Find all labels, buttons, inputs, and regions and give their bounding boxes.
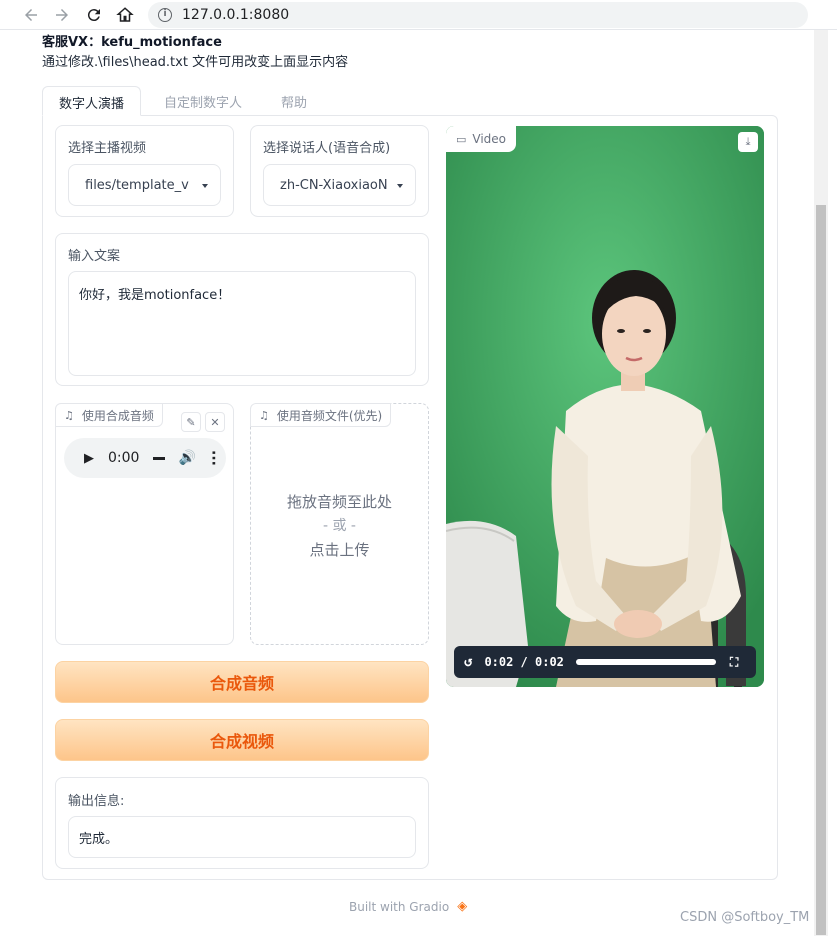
script-textarea[interactable]: 你好，我是motionface！	[68, 271, 416, 376]
output-textbox: 完成。	[68, 816, 416, 858]
speaker-value: zh-CN-XiaoxiaoN	[280, 177, 388, 193]
synth-audio-label: 使用合成音频	[81, 408, 154, 423]
video-label: Video	[472, 132, 507, 146]
download-icon[interactable]: ⤓	[738, 132, 758, 152]
watermark: CSDN @Softboy_TM	[680, 910, 810, 925]
tab-custom-digital-human[interactable]: 自定制数字人	[148, 86, 258, 116]
synthesize-audio-button[interactable]: 合成音频	[55, 661, 429, 703]
output-label: 输出信息:	[68, 794, 125, 809]
page-scrollbar[interactable]	[814, 30, 828, 936]
drop-text-line2: - 或 -	[322, 518, 356, 534]
back-icon[interactable]	[20, 4, 42, 26]
header-note: 通过修改.\files\head.txt 文件可用改变上面显示内容	[42, 55, 349, 70]
synth-audio-chip: ♫ 使用合成音频	[55, 403, 163, 427]
video-time: 0:02 / 0:02	[484, 655, 564, 669]
chevron-down-icon	[202, 184, 208, 188]
video-label-chip: ▭ Video	[446, 126, 517, 152]
tab-help[interactable]: 帮助	[265, 86, 323, 116]
video-progress-bar[interactable]	[575, 659, 716, 665]
audio-player[interactable]: ▶ 0:00 🔊 ···	[64, 438, 226, 478]
music-note-icon: ♫	[64, 408, 74, 422]
host-video-value: files/template_v	[85, 177, 189, 193]
edit-icon[interactable]: ✎	[181, 412, 201, 432]
upload-audio-label: 使用音频文件(优先)	[276, 408, 383, 423]
audio-drop-zone[interactable]: 拖放音频至此处 - 或 - 点击上传	[250, 403, 429, 645]
video-player[interactable]: ▭ Video ⤓ ↺ 0:02 / 0:02 ⛶	[446, 126, 764, 687]
synthesize-video-button[interactable]: 合成视频	[55, 719, 429, 761]
footer: Built with Gradio ◈	[349, 899, 467, 914]
video-progress-fill	[575, 659, 716, 665]
video-camera-icon: ▭	[456, 132, 467, 146]
upload-audio-chip: ♫ 使用音频文件(优先)	[250, 403, 392, 427]
more-options-icon[interactable]: ···	[205, 450, 221, 466]
scrollbar-thumb[interactable]	[816, 205, 826, 935]
chevron-down-icon	[397, 184, 403, 188]
fullscreen-icon[interactable]: ⛶	[730, 655, 738, 670]
drop-text-line3: 点击上传	[309, 541, 370, 559]
video-controls: ↺ 0:02 / 0:02 ⛶	[454, 646, 756, 678]
host-video-label: 选择主播视频	[68, 141, 147, 156]
play-icon[interactable]: ▶	[84, 451, 94, 466]
volume-icon[interactable]: 🔊	[178, 450, 195, 466]
site-info-icon[interactable]: i	[158, 8, 172, 22]
home-icon[interactable]	[114, 4, 136, 26]
replay-icon[interactable]: ↺	[464, 654, 472, 670]
audio-time: 0:00	[108, 450, 140, 466]
contact-heading: 客服VX：kefu_motionface	[42, 35, 222, 50]
address-bar[interactable]: i 127.0.0.1:8080	[148, 2, 808, 28]
footer-text[interactable]: Built with Gradio	[349, 900, 449, 914]
audio-progress[interactable]	[153, 456, 166, 460]
speaker-dropdown[interactable]: zh-CN-XiaoxiaoN	[263, 164, 416, 206]
script-input-label: 输入文案	[68, 249, 121, 264]
browser-toolbar: i 127.0.0.1:8080	[0, 0, 837, 30]
gradio-logo-icon: ◈	[457, 899, 468, 914]
close-icon[interactable]: ✕	[205, 412, 225, 432]
drop-text-line1: 拖放音频至此处	[286, 493, 392, 511]
video-frame	[446, 126, 764, 687]
forward-icon[interactable]	[51, 4, 73, 26]
url-text: 127.0.0.1:8080	[182, 7, 290, 23]
music-note-icon: ♫	[259, 408, 269, 422]
speaker-label: 选择说话人(语音合成)	[263, 141, 391, 156]
reload-icon[interactable]	[83, 4, 105, 26]
host-video-dropdown[interactable]: files/template_v	[68, 164, 221, 206]
tab-digital-human-broadcast[interactable]: 数字人演播	[42, 86, 142, 116]
